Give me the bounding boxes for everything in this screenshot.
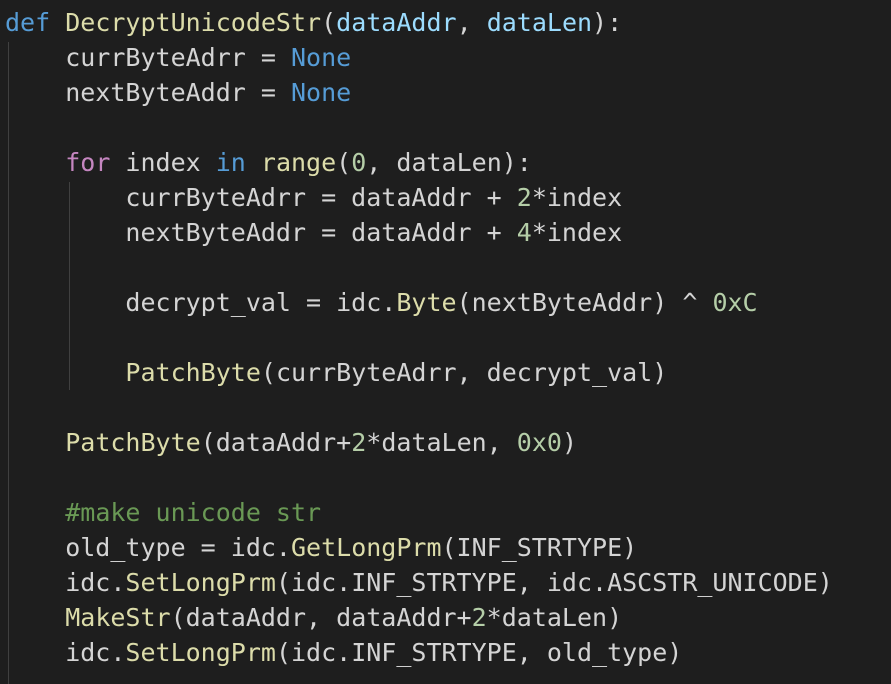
keyword-token: None — [290, 43, 352, 72]
code-text-token: index — [110, 148, 216, 177]
code-text-token: (dataAddr+ — [200, 428, 352, 457]
code-text-token: (currByteAdrr, decrypt_val) — [260, 358, 668, 387]
code-line[interactable]: nextByteAddr = None — [5, 75, 351, 110]
code-line[interactable]: for index in range(0, dataLen): — [5, 145, 532, 180]
code-line[interactable]: idc.SetLongPrm(idc.INF_STRTYPE, idc.ASCS… — [5, 565, 833, 600]
code-text-token: (idc.INF_STRTYPE, old_type) — [275, 638, 683, 667]
code-line[interactable]: currByteAdrr = dataAddr + 2*index — [5, 180, 622, 215]
number-token: 2 — [471, 603, 487, 632]
function-name-token: DecryptUnicodeStr — [65, 8, 322, 37]
function-name-token: SetLongPrm — [125, 568, 276, 597]
code-line[interactable]: decrypt_val = idc.Byte(nextByteAddr) ^ 0… — [5, 285, 758, 320]
code-line[interactable]: MakeStr(dataAddr, dataAddr+2*dataLen) — [5, 600, 622, 635]
code-text-token: *index — [531, 183, 623, 212]
number-token: 4 — [516, 218, 532, 247]
number-token: 2 — [351, 428, 367, 457]
code-line[interactable]: currByteAdrr = None — [5, 40, 351, 75]
code-line[interactable]: def DecryptUnicodeStr(dataAddr, dataLen)… — [5, 5, 622, 40]
function-name-token: PatchByte — [125, 358, 261, 387]
function-name-token: Byte — [396, 288, 457, 317]
code-text-token: ): — [592, 8, 623, 37]
number-token: 0xC — [712, 288, 758, 317]
code-text-token: *dataLen) — [486, 603, 623, 632]
number-token: 0x0 — [516, 428, 562, 457]
keyword-token: def — [5, 8, 51, 37]
code-text-token: currByteAdrr = dataAddr + — [5, 183, 517, 212]
parameter-token: dataLen — [486, 8, 593, 37]
code-text-token: (nextByteAddr) ^ — [456, 288, 713, 317]
code-text-token: idc. — [5, 638, 126, 667]
function-name-token: SetLongPrm — [125, 638, 276, 667]
function-name-token: PatchByte — [65, 428, 201, 457]
code-text-token: (dataAddr, dataAddr+ — [170, 603, 472, 632]
code-text-token: old_type = idc. — [5, 533, 291, 562]
code-text-token: ) — [561, 428, 577, 457]
function-name-token: GetLongPrm — [290, 533, 442, 562]
code-text-token: decrypt_val = idc. — [5, 288, 397, 317]
code-text-token: (idc.INF_STRTYPE, idc.ASCSTR_UNICODE) — [275, 568, 833, 597]
code-text-token: nextByteAddr = dataAddr + — [5, 218, 517, 247]
code-line[interactable]: #make unicode str — [5, 495, 321, 530]
code-line[interactable]: idc.SetLongPrm(idc.INF_STRTYPE, old_type… — [5, 635, 682, 670]
control-keyword-token: for — [65, 148, 111, 177]
code-text-token: *dataLen, — [366, 428, 517, 457]
code-line[interactable]: PatchByte(dataAddr+2*dataLen, 0x0) — [5, 425, 577, 460]
code-text-token: idc. — [5, 568, 126, 597]
keyword-token: in — [215, 148, 246, 177]
number-token: 2 — [516, 183, 532, 212]
code-text-token: *index — [531, 218, 623, 247]
code-text-token: ( — [336, 148, 352, 177]
code-editor[interactable]: def DecryptUnicodeStr(dataAddr, dataLen)… — [0, 0, 891, 684]
code-text-token: (INF_STRTYPE) — [441, 533, 638, 562]
number-token: 0 — [351, 148, 367, 177]
keyword-token: None — [290, 78, 352, 107]
code-line[interactable]: nextByteAddr = dataAddr + 4*index — [5, 215, 622, 250]
code-line[interactable]: old_type = idc.GetLongPrm(INF_STRTYPE) — [5, 530, 637, 565]
code-text-token: , dataLen): — [366, 148, 532, 177]
code-line[interactable]: PatchByte(currByteAdrr, decrypt_val) — [5, 355, 667, 390]
function-name-token: range — [260, 148, 337, 177]
code-text-token: ( — [321, 8, 337, 37]
code-text-token: , — [456, 8, 487, 37]
code-text-token: nextByteAddr = — [5, 78, 291, 107]
function-name-token: MakeStr — [65, 603, 171, 632]
parameter-token: dataAddr — [336, 8, 457, 37]
code-text-token: currByteAdrr = — [5, 43, 291, 72]
comment-token: #make unicode str — [65, 498, 322, 527]
